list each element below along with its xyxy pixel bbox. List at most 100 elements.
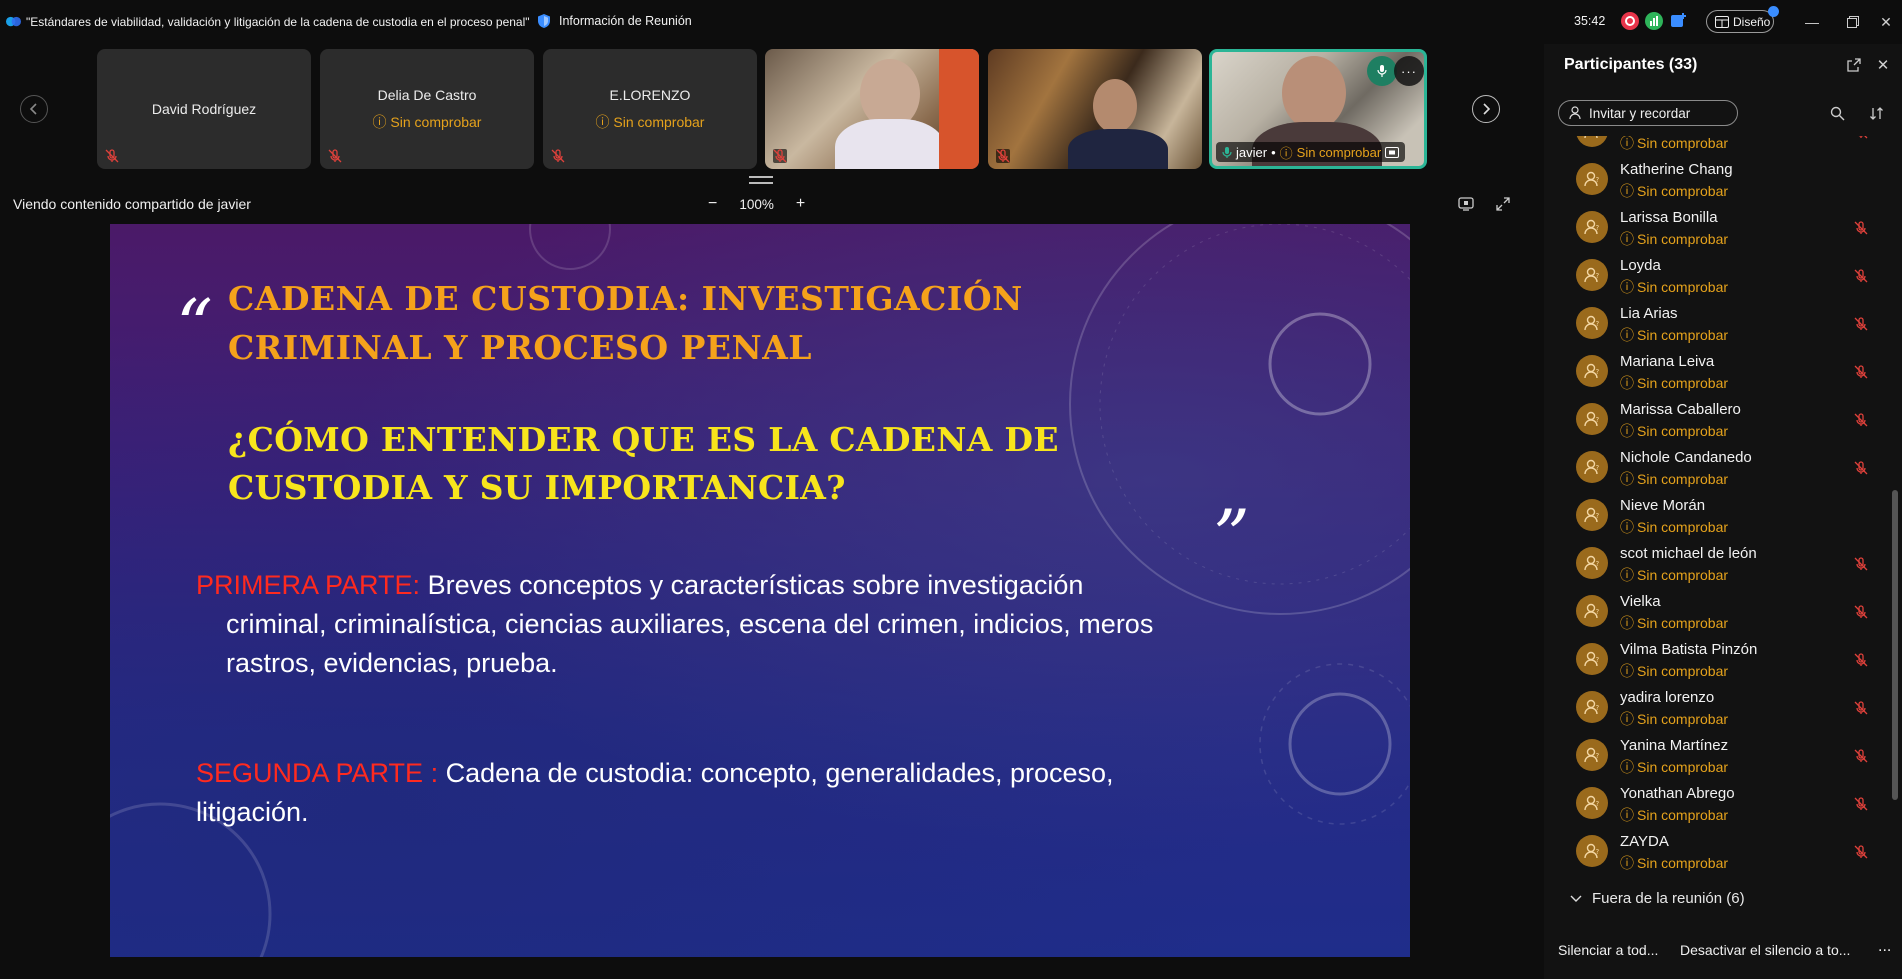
participant-row[interactable]: ? Loyda ⓘ Sin comprobar (1544, 253, 1888, 301)
recording-icon[interactable] (1621, 12, 1639, 30)
layout-button[interactable]: Diseño (1706, 10, 1774, 33)
participant-status: ⓘ Sin comprobar (1620, 279, 1729, 295)
participant-row[interactable]: ? Marissa Caballero ⓘ Sin comprobar (1544, 397, 1888, 445)
participant-row[interactable]: ? Vielka ⓘ Sin comprobar (1544, 589, 1888, 637)
person-add-icon (1569, 106, 1581, 120)
participant-status: ⓘ Sin comprobar (1620, 327, 1729, 343)
warning-icon: ⓘ (1620, 327, 1634, 343)
meeting-info-button[interactable]: Información de Reunión (537, 13, 692, 29)
participant-row[interactable]: ? Yanina Martínez ⓘ Sin comprobar (1544, 733, 1888, 781)
filmstrip-next-button[interactable] (1472, 95, 1500, 123)
participant-name: Marissa Caballero (1620, 401, 1741, 418)
close-panel-icon[interactable]: ✕ (1874, 56, 1892, 74)
guest-avatar-icon: ? (1576, 691, 1608, 723)
filmstrip-prev-button[interactable] (20, 95, 48, 123)
sort-icon[interactable] (1867, 104, 1885, 122)
more-icon: ··· (1401, 63, 1417, 79)
part-one-text: rastros, evidencias, prueba. (226, 648, 558, 678)
warning-icon: ⓘ (1620, 615, 1634, 631)
participant-tile[interactable]: E.LORENZO ⓘ Sin comprobar (543, 49, 757, 169)
guest-avatar-icon: ? (1576, 451, 1608, 483)
meeting-window: "Estándares de viabilidad, validación y … (0, 0, 1902, 979)
participant-row[interactable]: ? Nichole Candanedo ⓘ Sin comprobar (1544, 445, 1888, 493)
resize-handle[interactable] (749, 176, 773, 184)
warning-icon: ⓘ (1620, 231, 1634, 247)
muted-mic-icon (1854, 461, 1868, 475)
zoom-out-button[interactable]: − (708, 195, 717, 213)
participant-row[interactable]: ? ZAYDA ⓘ Sin comprobar (1544, 829, 1888, 877)
meeting-info-label: Información de Reunión (559, 14, 692, 28)
participants-panel: Participantes (33) ✕ Invitar y recordar … (1544, 44, 1902, 979)
muted-mic-icon (773, 149, 787, 163)
webex-logo-icon (6, 16, 21, 27)
participants-scrollbar[interactable] (1892, 490, 1898, 800)
participant-name: Mariana Leiva (1620, 353, 1715, 370)
participant-row[interactable]: ? Lia Arias ⓘ Sin comprobar (1544, 301, 1888, 349)
slide-part-two: SEGUNDA PARTE : Cadena de custodia: conc… (196, 754, 1276, 832)
muted-mic-icon (328, 149, 342, 163)
guest-avatar-icon: ? (1576, 355, 1608, 387)
participant-row[interactable]: ? Katherine Chang ⓘ Sin comprobar (1544, 157, 1888, 205)
participant-video-tile[interactable] (988, 49, 1202, 169)
participant-status: ⓘ Sin comprobar (1620, 375, 1729, 391)
guest-avatar-icon: ? (1576, 163, 1608, 195)
participant-row[interactable]: ? Larissa Bonilla ⓘ Sin comprobar (1544, 205, 1888, 253)
outside-meeting-label: Fuera de la reunión (6) (1592, 890, 1745, 907)
tile-name: E.LORENZO (609, 87, 691, 103)
participant-row[interactable]: ? ⓘSin comprobar (1544, 136, 1888, 157)
chevron-right-icon (1483, 103, 1491, 115)
minimize-icon[interactable]: — (1802, 12, 1822, 32)
search-icon[interactable] (1828, 104, 1846, 122)
mute-all-button[interactable]: Silenciar a tod... (1558, 942, 1658, 958)
muted-mic-icon (1854, 845, 1868, 859)
sharing-label: Viendo contenido compartido de javier (13, 196, 251, 212)
close-window-icon[interactable]: ✕ (1876, 12, 1896, 32)
participant-row[interactable]: ? Vilma Batista Pinzón ⓘ Sin comprobar (1544, 637, 1888, 685)
participant-name: Nichole Candanedo (1620, 449, 1752, 466)
unmute-all-button[interactable]: Desactivar el silencio a to... (1680, 942, 1850, 958)
participant-tile[interactable]: David Rodríguez (97, 49, 311, 169)
zoom-control: − 100% + (708, 195, 805, 213)
svg-text:?: ? (1596, 416, 1600, 424)
outside-meeting-section[interactable]: Fuera de la reunión (6) (1570, 890, 1745, 907)
mic-active-button[interactable] (1367, 56, 1397, 86)
open-quote-mark: “ (176, 284, 213, 368)
active-speaker-tile[interactable]: ··· javier • ⓘ Sin comprobar (1209, 49, 1427, 169)
tile-more-button[interactable]: ··· (1394, 56, 1424, 86)
stats-icon[interactable] (1645, 12, 1663, 30)
mic-icon (1377, 65, 1387, 77)
video-feed (1282, 56, 1346, 130)
guest-avatar-icon: ? (1576, 403, 1608, 435)
fullscreen-icon[interactable] (1495, 196, 1511, 212)
participant-row[interactable]: ? Mariana Leiva ⓘ Sin comprobar (1544, 349, 1888, 397)
participant-status: ⓘ Sin comprobar (1620, 807, 1729, 823)
calendar-add-icon[interactable] (1669, 12, 1687, 30)
participant-name: Katherine Chang (1620, 161, 1733, 178)
participant-row[interactable]: ? Yonathan Abrego ⓘ Sin comprobar (1544, 781, 1888, 829)
svg-text:?: ? (1596, 224, 1600, 232)
participant-row[interactable]: ? yadira lorenzo ⓘ Sin comprobar (1544, 685, 1888, 733)
participant-row[interactable]: ? Nieve Morán ⓘ Sin comprobar (1544, 493, 1888, 541)
muted-mic-icon (1854, 221, 1868, 235)
restore-icon[interactable] (1843, 12, 1863, 32)
invite-button[interactable]: Invitar y recordar (1558, 100, 1738, 126)
warning-icon: ⓘ (1620, 375, 1634, 391)
participant-tile[interactable]: Delia De Castro ⓘ Sin comprobar (320, 49, 534, 169)
muted-mic-icon (1854, 749, 1868, 763)
participant-row[interactable]: ? scot michael de león ⓘ Sin comprobar (1544, 541, 1888, 589)
popout-icon[interactable] (1845, 56, 1863, 74)
more-actions-button[interactable]: ... (1878, 938, 1891, 956)
mic-icon (1222, 146, 1232, 158)
participant-name: Vilma Batista Pinzón (1620, 641, 1758, 658)
svg-text:?: ? (1596, 368, 1600, 376)
guest-avatar-icon: ? (1576, 211, 1608, 243)
meeting-timer: 35:42 (1574, 14, 1606, 28)
participant-list[interactable]: ? ⓘSin comprobar? Katherine Chang ⓘSin comp… (1544, 136, 1888, 936)
muted-mic-icon (105, 149, 119, 163)
annotate-icon[interactable] (1458, 196, 1474, 212)
participant-name: Yanina Martínez (1620, 737, 1729, 754)
guest-avatar-icon: ? (1576, 259, 1608, 291)
participant-video-tile[interactable] (765, 49, 979, 169)
layout-icon (1715, 15, 1729, 28)
zoom-in-button[interactable]: + (796, 195, 805, 213)
